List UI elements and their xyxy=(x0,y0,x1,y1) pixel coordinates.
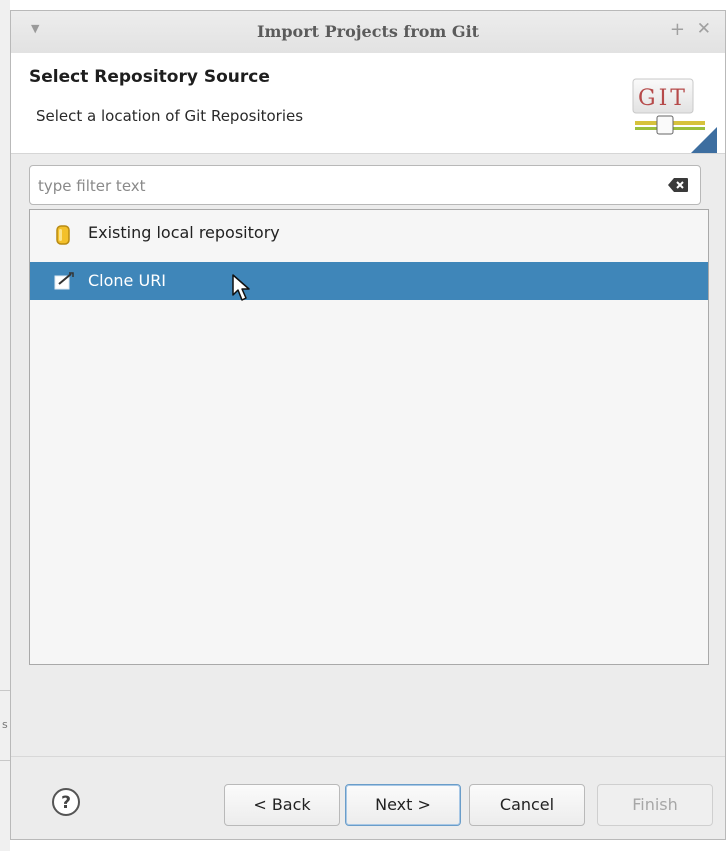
clone-uri-icon xyxy=(54,272,74,290)
filter-field[interactable] xyxy=(29,165,701,205)
next-button[interactable]: Next > xyxy=(345,784,461,826)
help-icon[interactable]: ? xyxy=(51,787,81,817)
finish-button: Finish xyxy=(597,784,713,826)
list-item-existing-local-repository[interactable]: Existing local repository xyxy=(30,214,708,252)
button-bar-divider xyxy=(11,756,725,757)
svg-text:?: ? xyxy=(61,793,71,813)
repository-source-list[interactable]: Existing local repository Clone URI xyxy=(29,209,709,665)
back-button[interactable]: < Back xyxy=(224,784,340,826)
clear-filter-icon[interactable] xyxy=(668,178,688,192)
git-logo-text: GIT xyxy=(638,86,688,111)
title-bar[interactable]: ▼ Import Projects from Git + ✕ xyxy=(11,11,725,54)
list-item-label: Clone URI xyxy=(88,271,167,290)
background-window-edge: s xyxy=(0,0,10,851)
window-title: Import Projects from Git xyxy=(256,22,480,41)
import-dialog: ▼ Import Projects from Git + ✕ Select Re… xyxy=(10,10,726,840)
close-icon[interactable]: ✕ xyxy=(697,19,711,39)
wizard-header: Select Repository Source Select a locati… xyxy=(11,53,725,154)
background-divider xyxy=(0,690,10,691)
page-description: Select a location of Git Repositories xyxy=(36,107,304,125)
page-title: Select Repository Source xyxy=(29,67,270,87)
filter-input[interactable] xyxy=(36,172,660,200)
repository-cylinder-icon xyxy=(56,225,70,245)
list-item-label: Existing local repository xyxy=(88,223,280,242)
background-fragment: s xyxy=(2,718,8,731)
list-item-clone-uri[interactable]: Clone URI xyxy=(30,262,708,300)
background-divider xyxy=(0,760,10,761)
mouse-pointer-icon xyxy=(232,274,250,301)
git-logo-icon: GIT xyxy=(632,78,717,153)
maximize-icon[interactable]: + xyxy=(670,19,685,40)
cancel-button[interactable]: Cancel xyxy=(469,784,585,826)
